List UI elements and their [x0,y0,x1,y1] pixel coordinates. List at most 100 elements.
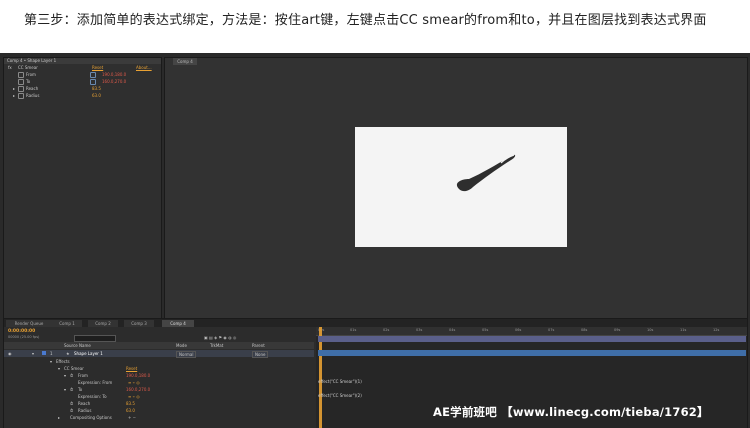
expand-arrow-icon[interactable]: ▸ [58,414,60,421]
expand-arrow-icon[interactable]: ▾ [50,358,52,365]
effect-property-to[interactable]: To 160.0,270.0 [4,78,161,85]
compositing-options-row[interactable]: ▸ Compositing Options + − [4,414,314,421]
frame-info: 00000 (25.00 fps) [8,335,40,339]
reset-link[interactable]: Reset [126,365,137,372]
eye-icon[interactable]: ◉ [8,350,12,357]
row-value[interactable]: 83.5 [126,400,135,407]
row-label: Effects [56,359,70,364]
ruler-tick: 07s [548,328,555,332]
column-parent[interactable]: Parent [252,342,265,349]
property-label: Reach [26,86,39,91]
shape-layer-icon: ★ [66,351,70,356]
effect-name: CC Smear [18,65,38,70]
ruler-tick: 08s [581,328,588,332]
tab-comp-1[interactable]: Comp 1 [52,320,82,327]
from-row[interactable]: ▾ ⏱ From 190.0,180.0 [4,372,314,379]
ruler-tick: 06s [515,328,522,332]
ruler-tick: 11s [680,328,687,332]
cc-smear-row[interactable]: ▾ CC Smear Reset [4,365,314,372]
effect-property-from[interactable]: From 190.0,180.0 [4,71,161,78]
expression-from-text[interactable]: effect("CC Smear")(1) [318,379,362,384]
row-label: Expression: To [78,394,107,399]
stopwatch-icon[interactable]: ⏱ [70,386,73,393]
property-value[interactable]: 160.0,270.0 [102,78,126,85]
row-label: Radius [78,408,92,413]
layer-row[interactable]: ◉ ▾ 1 ★ Shape Layer 1 Normal None [4,350,314,358]
effect-property-radius[interactable]: ▸ Radius 63.0 [4,92,161,99]
row-label: Compositing Options [70,415,112,420]
frame-info-row: 00000 (25.00 fps) ▣ ▤ ◈ ⚑ ◉ ◍ ◎ [4,334,314,342]
expression-from-row[interactable]: Expression: From ≡ ⌁ ◎ [4,379,314,386]
after-effects-window: Comp 4 • Shape Layer 1 fx CC Smear Reset… [0,53,750,428]
row-label: Expression: From [78,380,113,385]
work-area-bar[interactable] [318,336,746,342]
to-row[interactable]: ▾ ⏱ To 160.0,270.0 [4,386,314,393]
expand-arrow-icon[interactable]: ▾ [58,365,60,372]
layer-duration-bar[interactable] [318,350,746,356]
search-input[interactable] [74,335,116,342]
expand-arrow-icon[interactable]: ▸ [13,92,15,99]
about-link[interactable]: About... [136,64,152,71]
stopwatch-icon[interactable]: ⏱ [70,372,73,379]
mode-dropdown[interactable]: Normal [176,351,197,358]
layer-number: 1 [50,351,53,356]
row-label: From [78,373,88,378]
expression-to-row[interactable]: Expression: To ≡ ⌁ ◎ [4,393,314,400]
layer-outline: 0:00:00:00 00000 (25.00 fps) ▣ ▤ ◈ ⚑ ◉ ◍… [4,327,314,428]
ruler-tick: 09s [614,328,621,332]
expand-arrow-icon[interactable]: ▾ [64,372,66,379]
row-label: CC Smear [64,366,84,371]
time-ruler[interactable]: 00s 01s 02s 03s 04s 05s 06s 07s 08s 09s … [316,327,747,336]
row-label: To [78,387,83,392]
row-value[interactable]: 160.0,270.0 [126,386,150,393]
row-value[interactable]: 190.0,180.0 [126,372,150,379]
stopwatch-icon[interactable]: ⏱ [70,400,73,407]
layer-color-swatch[interactable] [42,351,46,355]
row-label: Reach [78,401,91,406]
property-label: To [26,79,31,84]
column-mode[interactable]: Mode [176,342,187,349]
property-label: Radius [26,93,40,98]
reach-row[interactable]: ⏱ Reach 83.5 [4,400,314,407]
ruler-tick: 02s [383,328,390,332]
reset-link[interactable]: Reset [92,64,103,71]
stopwatch-icon[interactable] [18,93,24,99]
expression-to-text[interactable]: effect("CC Smear")(2) [318,393,362,398]
layer-name[interactable]: Shape Layer 1 [74,350,103,357]
ruler-tick: 03s [416,328,423,332]
layer-expand-icon[interactable]: ▾ [32,350,34,357]
column-header-row: Source Name Mode TrkMat Parent [4,342,314,349]
effects-group-row[interactable]: ▾ Effects [4,358,314,365]
expand-arrow-icon[interactable]: ▸ [13,85,15,92]
expression-controls-icon[interactable]: ≡ ⌁ ◎ [128,379,140,386]
column-trkmat[interactable]: TrkMat [210,342,223,349]
expression-controls-icon[interactable]: ≡ ⌁ ◎ [128,393,140,400]
watermark-text: AE学前班吧 【www.linecg.com/tieba/1762】 [433,405,709,419]
composition-canvas[interactable] [355,127,567,247]
stopwatch-icon[interactable]: ⏱ [70,407,73,414]
property-value[interactable]: 190.0,180.0 [102,71,126,78]
fx-toggle-icon[interactable]: fx [8,64,12,71]
tab-comp-4[interactable]: Comp 4 [162,320,194,327]
property-value[interactable]: 83.5 [92,85,101,92]
property-label: From [26,72,36,77]
tab-render-queue[interactable]: Render Queue [6,320,52,327]
ruler-tick: 12s [713,328,720,332]
timeline-tabs: Render Queue Comp 1 Comp 2 Comp 3 Comp 4 [4,319,747,327]
radius-row[interactable]: ⏱ Radius 63.0 [4,407,314,414]
row-value[interactable]: 63.0 [126,407,135,414]
timeline-tool-icons[interactable]: ▣ ▤ ◈ ⚑ ◉ ◍ ◎ [204,334,236,341]
tab-comp-2[interactable]: Comp 2 [88,320,118,327]
expand-arrow-icon[interactable]: ▾ [64,386,66,393]
add-remove-icon[interactable]: + − [128,414,136,421]
smear-shape [456,154,516,192]
caption-text: 第三步：添加简单的表达式绑定，方法是：按住art键，左键点击CC smear的f… [24,13,707,28]
effect-property-reach[interactable]: ▸ Reach 83.5 [4,85,161,92]
property-value[interactable]: 63.0 [92,92,101,99]
tab-comp-4[interactable]: Comp 4 [173,58,197,65]
current-time-indicator[interactable] [319,327,322,428]
effect-row-cc-smear[interactable]: fx CC Smear Reset About... [4,64,161,71]
tab-comp-3[interactable]: Comp 3 [124,320,154,327]
parent-dropdown[interactable]: None [252,351,269,358]
column-source-name[interactable]: Source Name [64,342,91,349]
